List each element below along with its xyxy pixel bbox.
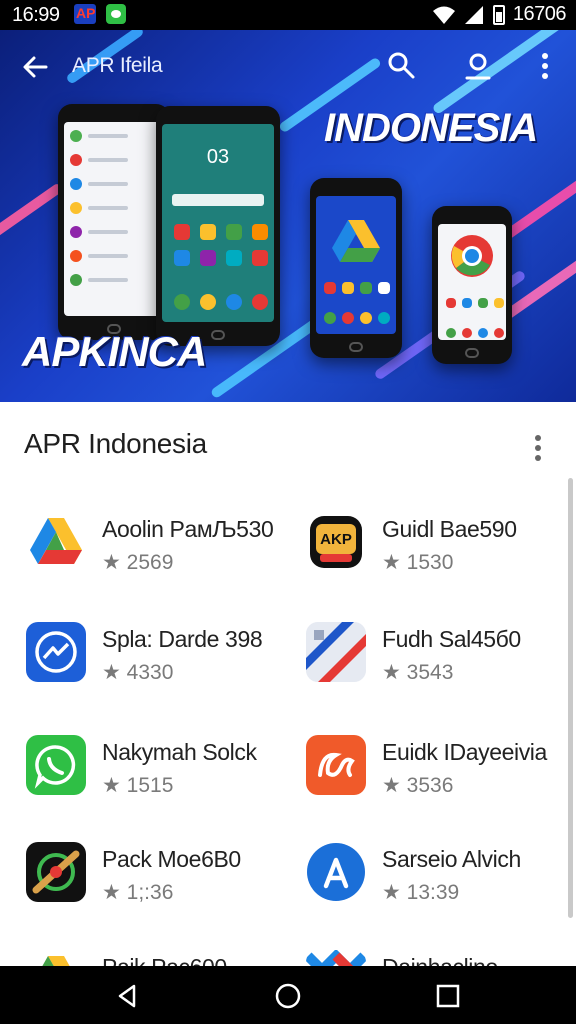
navigation-bar (0, 966, 576, 1024)
star-icon: ★ (382, 881, 401, 904)
phone-clock: 03 (206, 146, 230, 168)
phone-screen (316, 196, 396, 334)
notification-app-label: AP (76, 5, 96, 21)
drive-logo-icon (332, 220, 380, 262)
app-rating: ★ 13:39 (382, 881, 460, 904)
akp-badge-icon: AKP (306, 512, 366, 572)
app-rating: ★ 3536 (382, 774, 454, 797)
app-list-item[interactable]: Fudh Sal45б0 ★ 3543 (306, 622, 576, 702)
whatsapp-icon (26, 735, 86, 795)
hero-headline-left: APKINCA (22, 328, 207, 375)
status-time: 16:99 (12, 4, 60, 26)
phone-home-button (465, 348, 479, 358)
app-rating: ★ 4330 (102, 661, 174, 684)
app-list-item[interactable]: AKP Guidl Bae590 ★ 1530 (306, 512, 576, 592)
notification-chat-icon (106, 4, 126, 24)
app-rating: ★ 1515 (102, 774, 174, 797)
app-rating: ★ 2569 (102, 551, 174, 574)
app-name: Dainhaclino (382, 954, 498, 966)
app-bar-title: APR Ifeila (72, 54, 163, 77)
app-list-item[interactable]: Paik Pac600 (26, 950, 296, 966)
app-list-item[interactable]: Nakymah Solck ★ 1515 (26, 735, 296, 815)
back-arrow-icon[interactable] (18, 50, 52, 84)
account-icon[interactable] (462, 50, 494, 82)
nav-back-icon[interactable] (112, 980, 144, 1012)
app-name: Sarseio Alvich (382, 846, 521, 872)
app-name: Aoolin PaмЉ530 (102, 516, 274, 542)
star-icon: ★ (102, 881, 121, 904)
hero-headline-right: INDONESIA (324, 106, 538, 150)
phone-home-button (349, 342, 363, 352)
notification-app-icon: AP (74, 4, 96, 24)
app-rating: ★ 3543 (382, 661, 454, 684)
app-rating: ★ 1;:36 (102, 881, 174, 904)
compass-icon (26, 842, 86, 902)
app-list-item[interactable]: Aoolin PaмЉ530 ★ 2569 (26, 512, 296, 592)
search-icon[interactable] (386, 50, 418, 82)
chrome-logo-icon (451, 235, 493, 277)
nav-recents-icon[interactable] (432, 980, 464, 1012)
script-logo-icon (306, 735, 366, 795)
drive-icon (26, 512, 86, 572)
phone-mockup-4 (432, 206, 512, 364)
star-icon: ★ (382, 661, 401, 684)
hero-banner: APR Ifeila 03 INDONESIA APKINCA (0, 30, 576, 402)
star-icon: ★ (102, 661, 121, 684)
app-bar: APR Ifeila (0, 30, 576, 102)
app-rating: ★ 1530 (382, 551, 454, 574)
section-title: APR Indonesia (24, 428, 207, 459)
app-name: Spla: Darde 398 (102, 626, 263, 652)
app-name: Guidl Bae590 (382, 516, 517, 542)
phone-screen: 03 (162, 124, 274, 322)
app-list-item[interactable]: Spla: Darde 398 ★ 4330 (26, 622, 296, 702)
star-icon: ★ (382, 551, 401, 574)
wifi-icon (432, 6, 455, 24)
star-icon: ★ (382, 774, 401, 797)
star-icon: ★ (102, 551, 121, 574)
battery-icon (492, 4, 505, 25)
app-name: Paik Pac600 (102, 954, 227, 966)
drive-icon (26, 950, 86, 966)
decor-streak (0, 182, 64, 248)
status-bar: 16:99 AP 16706 (0, 0, 576, 30)
phone-screen (64, 122, 164, 316)
app-name: Fudh Sal45б0 (382, 626, 521, 652)
section-overflow-icon[interactable] (528, 432, 548, 464)
app-name: Pack Moe6B0 (102, 846, 241, 872)
app-store-icon (306, 842, 366, 902)
overflow-menu-icon[interactable] (530, 50, 560, 82)
star-icon: ★ (102, 774, 121, 797)
scrollbar[interactable] (568, 478, 573, 918)
signal-icon (464, 5, 483, 24)
svg-text:AKP: AKP (320, 531, 352, 548)
app-list-item[interactable]: Pack Moe6B0 ★ 1;:36 (26, 842, 296, 922)
app-list-item[interactable]: Sarseio Alvich ★ 13:39 (306, 842, 576, 922)
nav-home-icon[interactable] (272, 980, 304, 1012)
striped-card-icon (306, 622, 366, 682)
messenger-icon (26, 622, 86, 682)
gmail-icon (306, 950, 366, 966)
app-name: Nakymah Solck (102, 739, 257, 765)
app-name: Euidk IDayeeivia (382, 739, 547, 765)
status-indicators: 16706 (432, 3, 567, 26)
status-secondary-time: 16706 (512, 3, 567, 25)
phone-mockup-3 (310, 178, 402, 358)
phone-mockup-1 (58, 104, 170, 340)
phone-screen (438, 224, 506, 340)
phone-mockup-2: 03 (156, 106, 280, 346)
phone-home-button (211, 330, 225, 340)
app-list-item[interactable]: Euidk IDayeeivia ★ 3536 (306, 735, 576, 815)
app-list-item[interactable]: Dainhaclino (306, 950, 576, 966)
